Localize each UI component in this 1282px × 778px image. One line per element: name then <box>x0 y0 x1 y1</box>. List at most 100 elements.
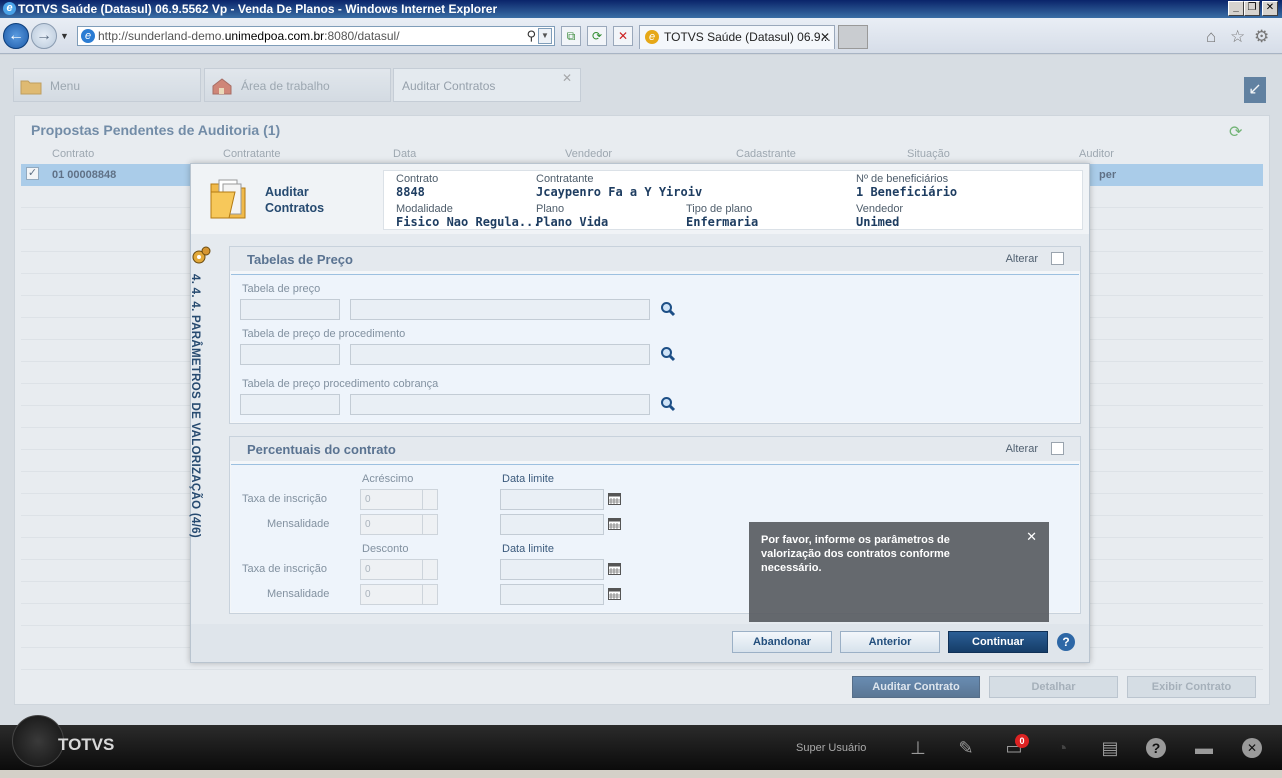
calendar-icon[interactable] <box>608 563 621 575</box>
calendar-icon[interactable] <box>608 493 621 505</box>
modalidade-label: Modalidade <box>396 203 453 215</box>
desconto-taxa-date-input[interactable] <box>500 559 604 580</box>
mensalidade-label: Mensalidade <box>267 518 330 530</box>
step-indicator: 4. 4. 4. PARÂMETROS DE VALORIZAÇÃO (4/6) <box>189 246 213 644</box>
window-titlebar: e TOTVS Saúde (Datasul) 06.9.5562 Vp - V… <box>0 0 1282 18</box>
stop-icon[interactable]: ✕ <box>613 26 633 46</box>
mensalidade-label: Mensalidade <box>267 588 330 600</box>
close-icon[interactable]: ✕ <box>1242 738 1262 758</box>
anterior-button[interactable]: Anterior <box>840 631 940 653</box>
tabela-procedimento-desc-input[interactable] <box>350 344 650 365</box>
plano-label: Plano <box>536 203 565 215</box>
address-dropdown-icon[interactable]: ▼ <box>538 28 552 44</box>
sitemap-icon[interactable]: ⊥ <box>908 738 928 758</box>
help-icon[interactable]: ? <box>1146 738 1166 758</box>
acrescimo-taxa-stepper[interactable]: 0 <box>360 489 438 510</box>
refresh-icon[interactable]: ⟳ <box>587 26 607 46</box>
ie-icon: e <box>3 2 16 15</box>
home-icon[interactable]: ⌂ <box>1206 27 1216 47</box>
continuar-button[interactable]: Continuar <box>948 631 1048 653</box>
vendedor-value: Unimed <box>856 215 900 229</box>
close-window-button[interactable]: ✕ <box>1262 1 1278 16</box>
search-icon[interactable] <box>660 301 676 317</box>
tab-close-icon[interactable]: ✕ <box>820 26 830 48</box>
address-bar[interactable]: e http://sunderland-demo.unimedpoa.com.b… <box>77 26 555 46</box>
tooltip-close-icon[interactable]: ✕ <box>1026 530 1037 544</box>
help-icon[interactable]: ? <box>1057 633 1075 651</box>
new-tab-button[interactable] <box>838 25 868 49</box>
user-name: Super Usuário <box>796 742 867 754</box>
tipo-plano-label: Tipo de plano <box>686 203 753 215</box>
search-icon[interactable] <box>660 396 676 412</box>
contratante-label: Contratante <box>536 173 594 185</box>
acrescimo-mensalidade-stepper[interactable]: 0 <box>360 514 438 535</box>
desconto-mensalidade-date-input[interactable] <box>500 584 604 605</box>
plano-value: Plano Vida <box>536 215 609 229</box>
section-title: Tabelas de Preço <box>247 252 353 267</box>
document-icon[interactable]: ▤ <box>1100 738 1120 758</box>
contract-info-box: Contrato 8848 Contratante Jcaypenro Fa a… <box>383 170 1083 230</box>
calendar-icon[interactable] <box>608 518 621 530</box>
tabela-preco-desc-input[interactable] <box>350 299 650 320</box>
folder-icon <box>210 179 246 219</box>
desconto-label: Desconto <box>362 543 409 555</box>
desconto-taxa-stepper[interactable]: 0 <box>360 559 438 580</box>
tabela-preco-procedimento-label: Tabela de preço de procedimento <box>242 328 406 340</box>
acrescimo-label: Acréscimo <box>362 473 414 485</box>
contrato-label: Contrato <box>396 173 439 185</box>
forward-button[interactable]: → <box>31 23 57 49</box>
tabela-preco-code-input[interactable] <box>240 299 340 320</box>
taxa-inscricao-label: Taxa de inscrição <box>242 563 327 575</box>
notification-badge: 0 <box>1015 734 1029 748</box>
app-taskbar: TOTVS Super Usuário ⊥ ✎ ▭ 0 ◔ ▤ ? ▬ ✕ <box>0 715 1282 770</box>
modalidade-value: Fisico Nao Regula... <box>396 215 541 229</box>
help-tooltip: Por favor, informe os parâmetros de valo… <box>749 522 1049 622</box>
compat-view-icon[interactable]: ⧉ <box>561 26 581 46</box>
acrescimo-mensalidade-date-input[interactable] <box>500 514 604 535</box>
vendedor-label: Vendedor <box>856 203 904 215</box>
section-title: Percentuais do contrato <box>247 442 396 457</box>
desconto-mensalidade-stepper[interactable]: 0 <box>360 584 438 605</box>
alterar-checkbox[interactable] <box>1051 442 1064 455</box>
back-button[interactable]: ← <box>3 23 29 49</box>
tabela-cobranca-code-input[interactable] <box>240 394 340 415</box>
totvs-logo-icon[interactable] <box>12 715 64 767</box>
calendar-icon[interactable] <box>608 588 621 600</box>
acrescimo-taxa-date-input[interactable] <box>500 489 604 510</box>
alterar-label: Alterar <box>1005 253 1038 265</box>
tabela-cobranca-desc-input[interactable] <box>350 394 650 415</box>
contrato-value: 8848 <box>396 185 425 199</box>
browser-toolbar: ← → ▼ e http://sunderland-demo.unimedpoa… <box>0 18 1282 54</box>
tipo-plano-value: Enfermaria <box>686 215 759 229</box>
tools-gear-icon[interactable]: ⚙ <box>1254 27 1269 47</box>
minimize-button[interactable]: _ <box>1228 1 1244 16</box>
data-limite-label: Data limite <box>502 473 554 485</box>
tabela-preco-cobranca-label: Tabela de preço procedimento cobrança <box>242 378 439 390</box>
beneficiarios-label: Nº de beneficiários <box>856 173 949 185</box>
dialog-title: Auditar Contratos <box>265 185 325 215</box>
gears-icon <box>192 246 211 264</box>
message-icon[interactable]: ▬ <box>1194 738 1214 758</box>
alterar-checkbox[interactable] <box>1051 252 1064 265</box>
wrench-icon[interactable]: ✎ <box>956 738 976 758</box>
data-limite-label: Data limite <box>502 543 554 555</box>
favorites-icon[interactable]: ☆ <box>1230 27 1245 47</box>
alterar-label: Alterar <box>1005 443 1038 455</box>
window-title: TOTVS Saúde (Datasul) 06.9.5562 Vp - Ven… <box>18 2 498 16</box>
beneficiarios-value: 1 Beneficiário <box>856 185 958 199</box>
tabela-preco-label: Tabela de preço <box>242 283 321 295</box>
browser-statusbar <box>0 770 1282 778</box>
browser-tab[interactable]: e TOTVS Saúde (Datasul) 06.9... ✕ <box>639 25 835 49</box>
page-icon: e <box>81 29 95 43</box>
history-dropdown-icon[interactable]: ▼ <box>60 31 69 41</box>
clock-icon[interactable]: ◔ <box>1052 738 1072 758</box>
tooltip-text: Por favor, informe os parâmetros de valo… <box>761 534 950 574</box>
contratante-value: Jcaypenro Fa a Y Yiroiv <box>536 185 703 199</box>
tabela-procedimento-code-input[interactable] <box>240 344 340 365</box>
tabelas-de-preco-section: Tabelas de Preço Alterar Tabela de preço… <box>229 246 1081 424</box>
search-icon[interactable]: ⚲ <box>526 27 536 45</box>
dialog-footer: Abandonar Anterior Continuar ? <box>191 624 1089 662</box>
abandonar-button[interactable]: Abandonar <box>732 631 832 653</box>
search-icon[interactable] <box>660 346 676 362</box>
restore-button[interactable]: ❐ <box>1244 1 1260 16</box>
